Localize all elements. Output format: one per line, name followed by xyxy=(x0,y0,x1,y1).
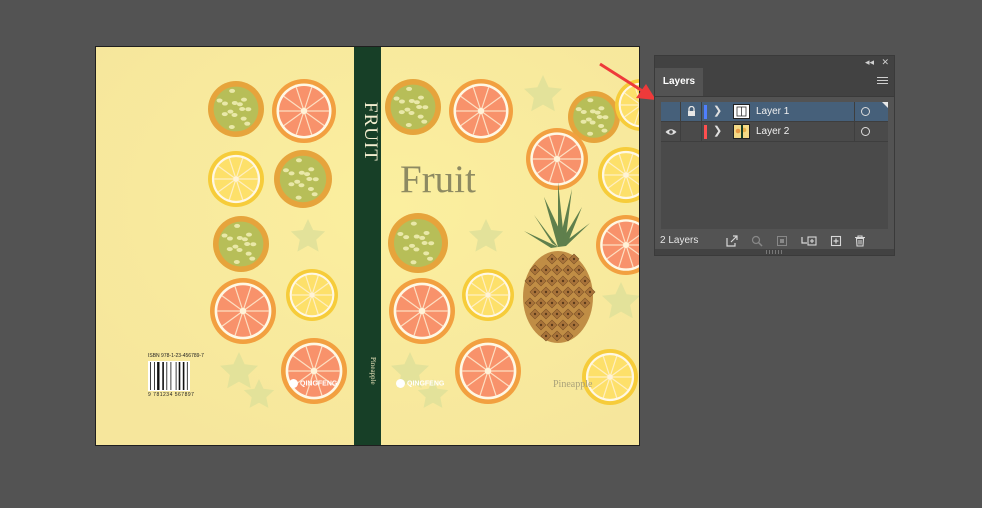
export-icon[interactable] xyxy=(726,235,738,247)
spine-title: FRUIT xyxy=(360,102,381,162)
layer-color-indicator xyxy=(704,105,707,119)
spine-subtitle: Pineapple xyxy=(369,357,377,385)
layer-row-layer-2[interactable]: ❯ Layer 2 xyxy=(661,122,888,142)
citrus-slice xyxy=(582,349,638,405)
citrus-slice xyxy=(286,269,338,321)
panel-tabbar: Layers xyxy=(655,68,894,97)
layer-row-layer-1[interactable]: ❯ Layer 1 xyxy=(661,102,888,122)
citrus-slice xyxy=(462,269,514,321)
target-icon[interactable] xyxy=(854,122,875,142)
citrus-slice xyxy=(526,128,588,190)
expand-chevron-icon[interactable]: ❯ xyxy=(713,102,722,121)
citrus-slice xyxy=(272,79,336,143)
layer-list: ❯ Layer 1 ❯ Layer 2 xyxy=(661,102,888,229)
selection-indicator-icon xyxy=(882,102,888,108)
target-icon[interactable] xyxy=(854,102,875,122)
layer-color-indicator xyxy=(704,125,707,139)
front-brand-logo: QINGFENG xyxy=(396,379,444,388)
visibility-toggle[interactable] xyxy=(661,122,681,142)
expand-chevron-icon[interactable]: ❯ xyxy=(713,122,722,141)
kiwano-slice xyxy=(385,79,441,135)
brand-logo-icon xyxy=(289,379,298,388)
panel-resize-handle[interactable] xyxy=(655,249,894,255)
kiwano-slice xyxy=(213,216,269,272)
citrus-slice xyxy=(455,338,521,404)
front-cover-subtitle: Pineapple xyxy=(553,379,593,390)
close-icon[interactable]: ✕ xyxy=(881,56,889,68)
tab-layers[interactable]: Layers xyxy=(655,68,703,96)
trash-icon[interactable] xyxy=(854,235,866,247)
brand-logo-icon xyxy=(396,379,405,388)
layer-name[interactable]: Layer 1 xyxy=(756,102,789,122)
artboard[interactable]: FRUIT Pineapple Fruit Pineapple QINGFENG… xyxy=(95,46,640,446)
citrus-slice xyxy=(281,338,347,404)
barcode-digits: 9 781234 567897 xyxy=(148,392,195,398)
layers-panel[interactable]: ◂◂ ✕ Layers ❯ Layer 1 ❯ Layer 2 2 Layers xyxy=(654,55,895,256)
lock-icon xyxy=(687,105,695,116)
eye-icon xyxy=(665,129,676,135)
layer-thumbnail xyxy=(733,104,750,119)
back-brand-logo: QINGFENG xyxy=(289,379,337,388)
collapse-panel-icon[interactable]: ◂◂ xyxy=(865,56,874,68)
layer-count: 2 Layers xyxy=(660,235,699,246)
layer-thumbnail xyxy=(733,124,750,139)
lock-toggle[interactable] xyxy=(681,122,702,142)
visibility-toggle[interactable] xyxy=(661,102,681,122)
front-cover-title: Fruit xyxy=(400,158,476,201)
citrus-slice xyxy=(208,151,264,207)
kiwano-slice xyxy=(388,213,448,273)
new-layer-icon[interactable] xyxy=(830,235,842,247)
barcode xyxy=(148,361,190,391)
citrus-slice xyxy=(389,278,455,344)
citrus-slice xyxy=(449,79,513,143)
annotation-arrow xyxy=(599,62,656,100)
citrus-slice xyxy=(210,278,276,344)
kiwano-slice xyxy=(208,81,264,137)
locate-object-icon[interactable] xyxy=(751,235,763,247)
layer-name[interactable]: Layer 2 xyxy=(756,122,789,142)
kiwano-slice xyxy=(274,150,332,208)
panel-footer: 2 Layers xyxy=(655,232,894,250)
create-sublayer-icon[interactable] xyxy=(801,235,817,247)
panel-titlebar[interactable]: ◂◂ ✕ xyxy=(655,56,894,68)
hamburger-menu-icon[interactable] xyxy=(877,75,888,86)
lock-toggle[interactable] xyxy=(681,102,702,122)
clipping-mask-icon[interactable] xyxy=(776,235,788,247)
isbn-label: ISBN 978-1-23-456789-7 xyxy=(148,353,204,359)
